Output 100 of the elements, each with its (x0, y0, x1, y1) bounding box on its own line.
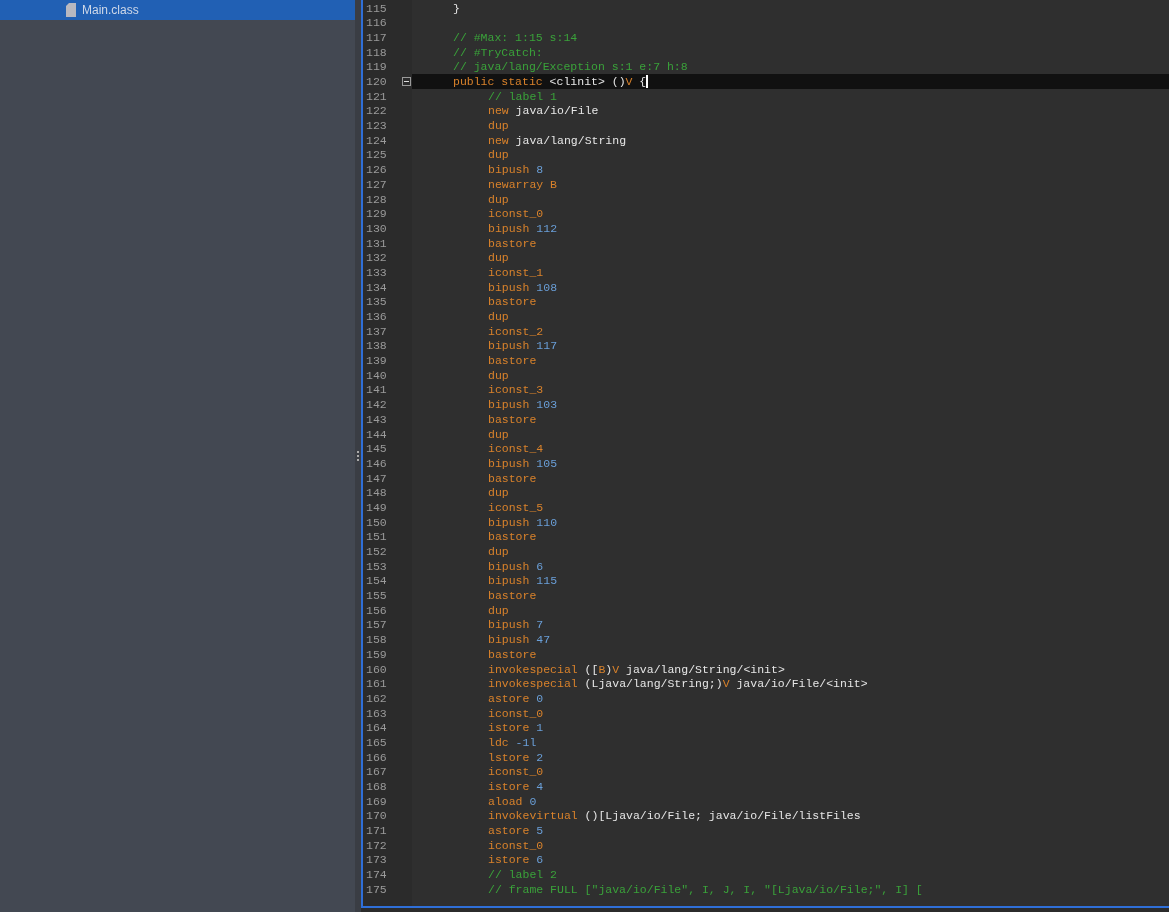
line-number: 152 (366, 546, 387, 558)
code-line: bipush 115 (488, 575, 558, 587)
line-number: 169 (366, 795, 387, 808)
line-number: 119 (366, 61, 387, 73)
line-number: 162 (366, 692, 387, 705)
code-line: newarray B (488, 178, 557, 191)
line-number: 156 (366, 604, 387, 617)
code-line: iconst_0 (488, 839, 544, 852)
line-number: 132 (366, 252, 387, 264)
tree-item[interactable]: Main.class (0, 0, 355, 20)
code-line: istore 4 (488, 781, 544, 793)
line-number: 174 (366, 869, 387, 881)
code-line: // #TryCatch: (453, 46, 543, 59)
code-line: ldc -1l (488, 736, 537, 749)
code-line: bipush 108 (488, 281, 558, 294)
line-number: 136 (366, 311, 387, 323)
code-line: // label 1 (488, 90, 557, 103)
code-line: dup (488, 604, 509, 617)
file-icon (66, 3, 76, 17)
code-line: iconst_1 (488, 266, 544, 279)
code-line: dup (488, 428, 509, 441)
code-line: bipush 112 (488, 222, 558, 235)
line-number: 175 (366, 883, 387, 896)
code-line: iconst_4 (488, 443, 544, 455)
line-number: 117 (366, 31, 387, 44)
code-line: public static <clinit> ()V { (453, 76, 647, 88)
line-number: 159 (366, 648, 387, 661)
code-line: bipush 103 (488, 399, 558, 411)
code-line: bastore (488, 355, 537, 367)
code-line: dup (488, 193, 509, 206)
line-number: 135 (366, 296, 387, 308)
code-line: bastore (488, 648, 537, 661)
code-line: dup (488, 252, 509, 264)
code-line: bipush 105 (488, 457, 558, 470)
line-number: 116 (366, 17, 387, 29)
line-number: 167 (366, 766, 387, 778)
code-line: bipush 8 (488, 164, 544, 176)
line-number: 121 (366, 90, 387, 103)
line-number: 118 (366, 46, 387, 59)
code-line: dup (488, 546, 509, 558)
code-line: astore 5 (488, 825, 544, 837)
code-line: // java/lang/Exception s:1 e:7 h:8 (453, 61, 688, 73)
code-line: iconst_0 (488, 208, 544, 220)
line-number: 145 (366, 443, 387, 455)
code-line: bastore (488, 296, 537, 308)
line-number: 140 (366, 369, 387, 382)
text-cursor (646, 75, 649, 89)
code-line: dup (488, 311, 509, 323)
code-line: dup (488, 487, 509, 499)
code-line: iconst_5 (488, 501, 544, 514)
code-line: new java/lang/String (488, 134, 627, 147)
code-line: bipush 110 (488, 516, 558, 529)
line-number: 164 (366, 722, 387, 734)
line-number: 154 (366, 575, 387, 587)
code-line: dup (488, 369, 509, 382)
collapse-icon[interactable] (402, 77, 411, 87)
line-number: 138 (366, 340, 387, 352)
code-line: bipush 47 (488, 634, 551, 646)
line-number: 149 (366, 501, 387, 514)
line-number: 123 (366, 120, 387, 132)
line-number: 161 (366, 678, 387, 690)
code-line: istore 1 (488, 722, 544, 734)
code-line: invokevirtual ()[Ljava/io/File; java/io/File/listFiles (488, 810, 861, 822)
code-line: dup (488, 120, 509, 132)
line-number: 160 (366, 663, 387, 676)
code-line: new java/io/File (488, 105, 599, 117)
code-line: // label 2 (488, 869, 557, 881)
code-line: bastore (488, 531, 537, 543)
code-line: bipush 6 (488, 560, 544, 573)
line-number: 126 (366, 164, 387, 176)
line-number: 146 (366, 457, 387, 470)
line-number: 127 (366, 178, 387, 191)
line-number: 172 (366, 839, 387, 852)
line-number: 133 (366, 266, 387, 279)
line-number: 129 (366, 208, 387, 220)
line-number: 134 (366, 281, 387, 294)
code-line: astore 0 (488, 692, 544, 705)
line-number: 115 (366, 2, 387, 15)
code-line: } (453, 2, 460, 15)
line-number: 165 (366, 736, 387, 749)
code-line: dup (488, 149, 509, 161)
line-number: 147 (366, 472, 387, 485)
line-number: 122 (366, 105, 387, 117)
code-line: bipush 7 (488, 619, 544, 631)
line-number: 128 (366, 193, 387, 206)
line-number: 158 (366, 634, 387, 646)
line-number: 157 (366, 619, 387, 631)
line-number: 148 (366, 487, 387, 499)
line-number: 153 (366, 560, 387, 573)
code-line: invokespecial (Ljava/lang/String;)V java/io/File/<init> (488, 678, 868, 690)
code-line: bipush 117 (488, 340, 558, 352)
line-number: 142 (366, 399, 387, 411)
line-number: 125 (366, 149, 387, 161)
code-line: iconst_0 (488, 766, 544, 778)
code-line: invokespecial ([B)V java/lang/String/<init> (488, 663, 785, 676)
line-number: 124 (366, 134, 387, 147)
line-number: 143 (366, 413, 387, 426)
code-line: // #Max: 1:15 s:14 (453, 31, 578, 44)
line-number: 120 (366, 76, 387, 88)
code-line: iconst_3 (488, 384, 544, 396)
